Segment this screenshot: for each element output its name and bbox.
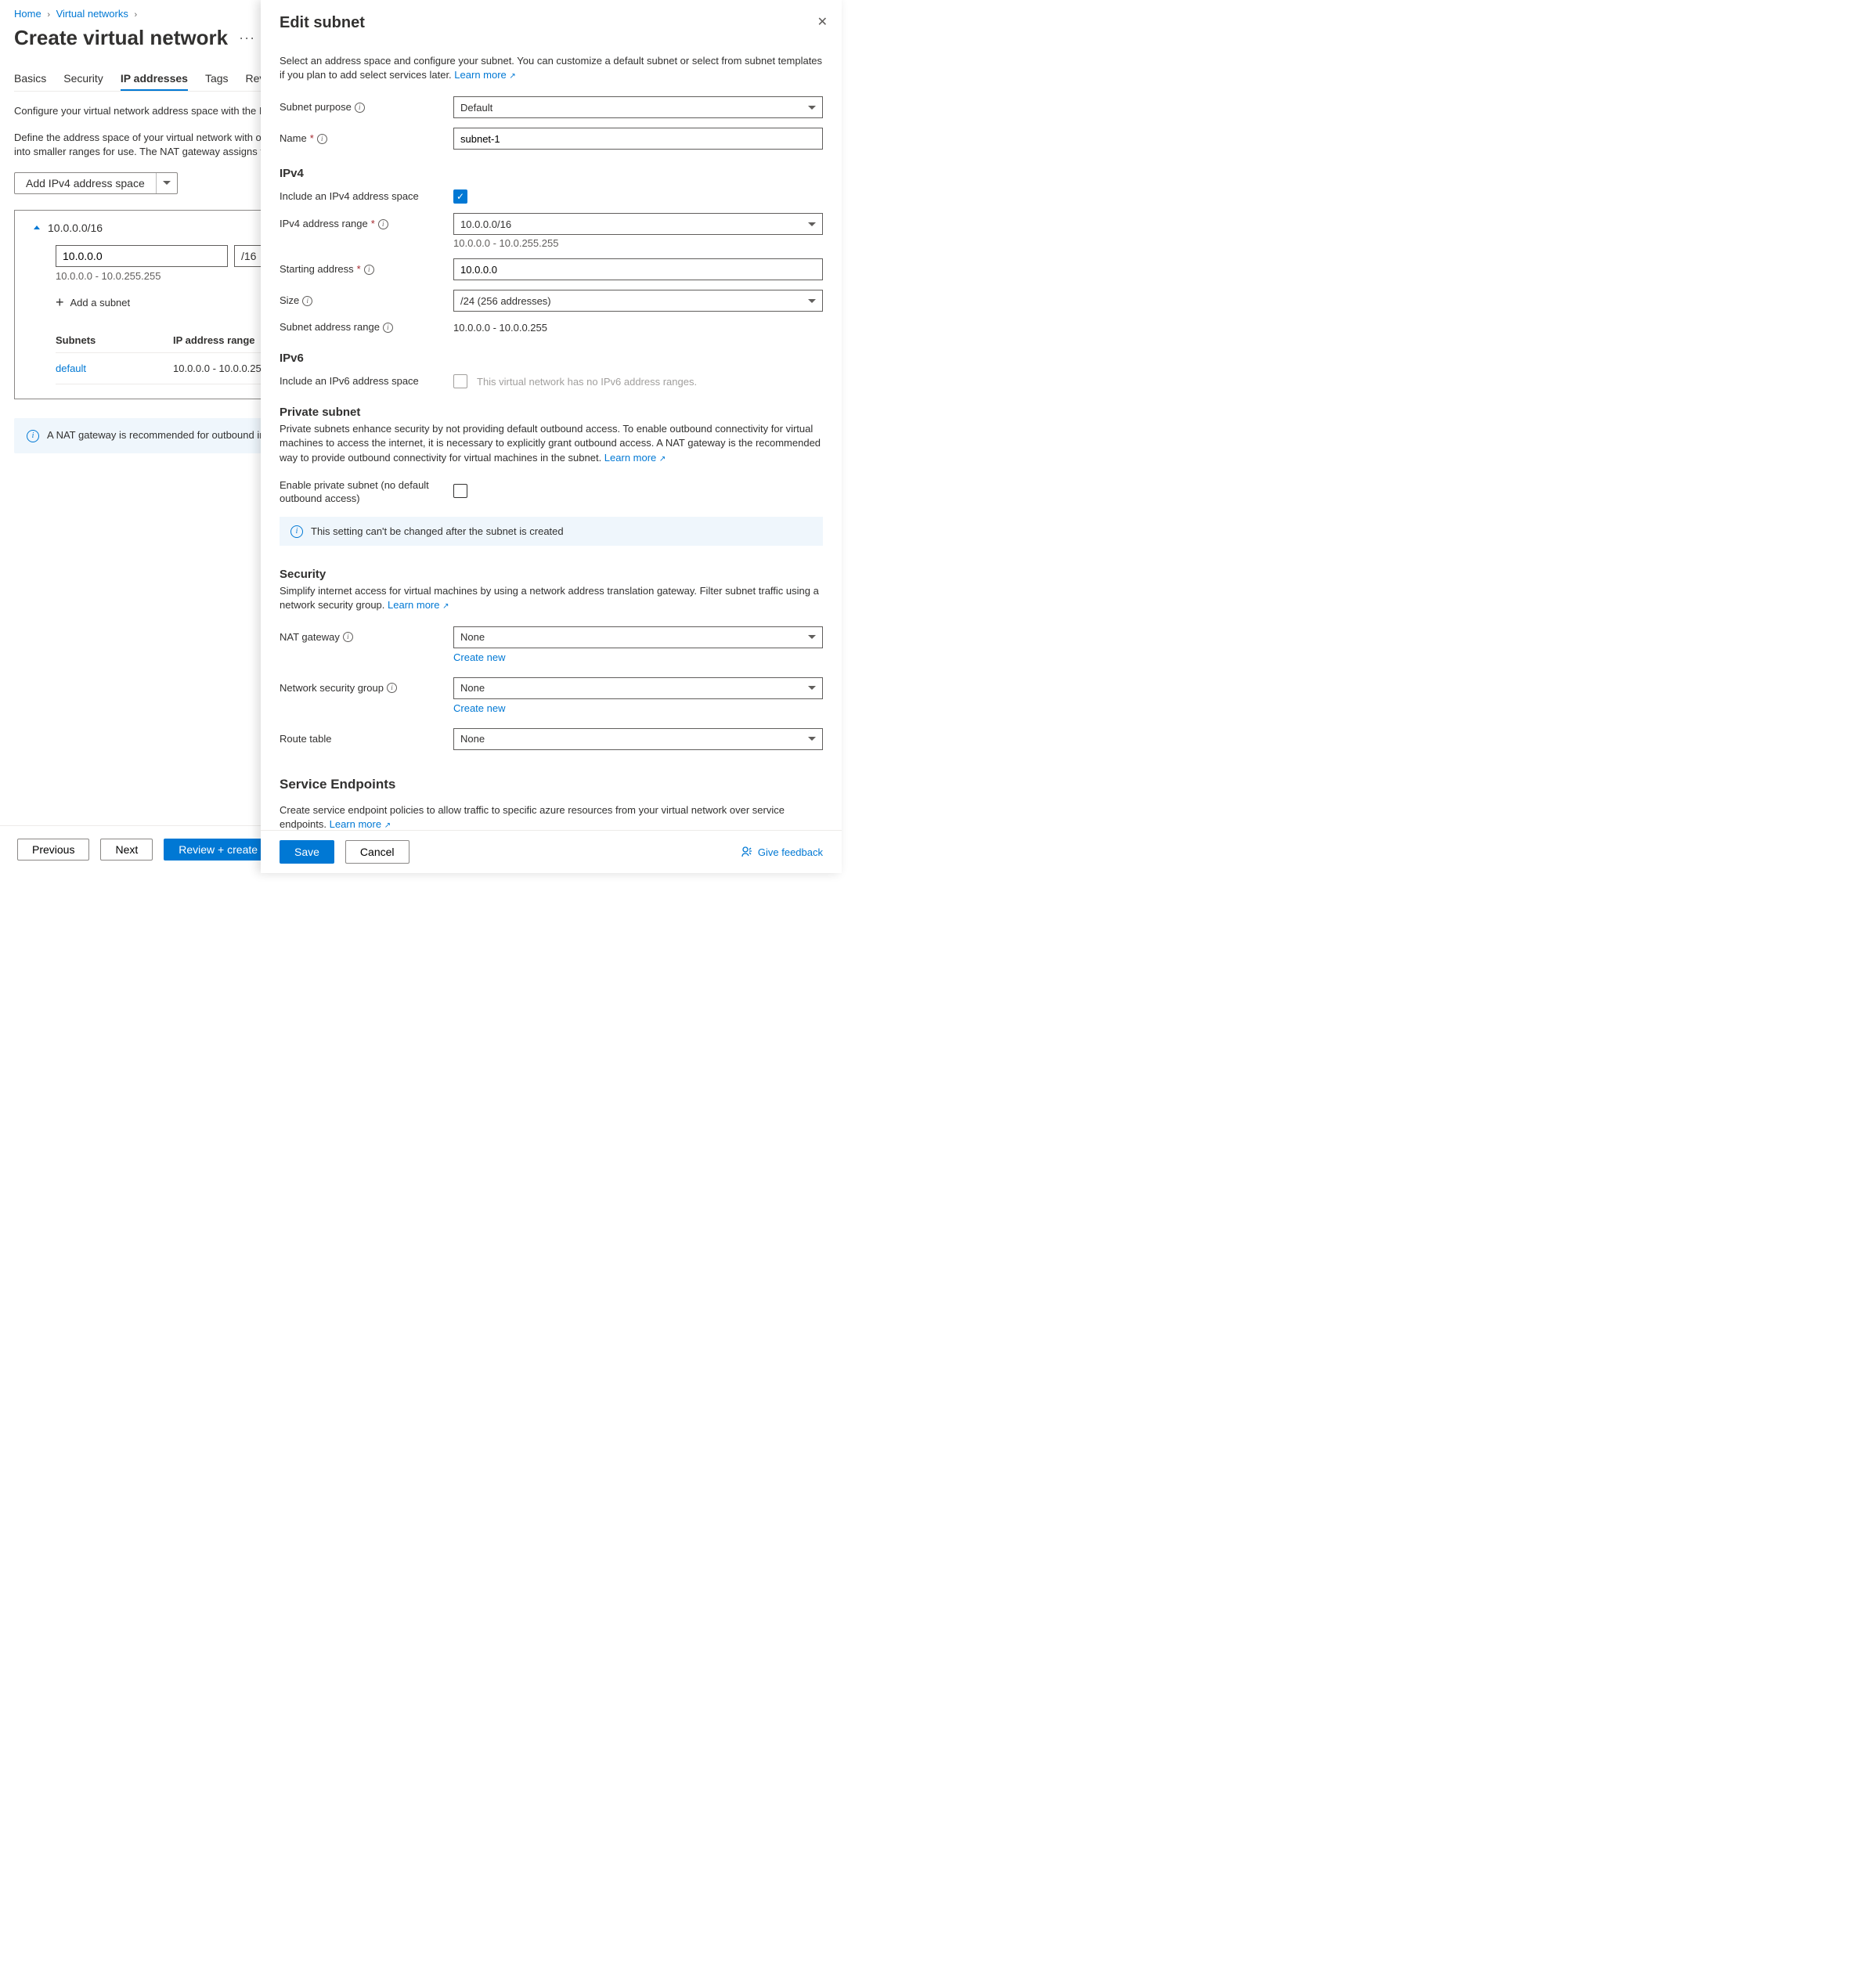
hdr-security: Security: [280, 568, 823, 581]
info-icon[interactable]: i: [387, 683, 397, 693]
close-icon[interactable]: ✕: [817, 14, 828, 30]
nsg-select[interactable]: None: [453, 677, 823, 699]
lbl-nat-gateway: NAT gateway: [280, 631, 340, 644]
info-icon[interactable]: i: [317, 134, 327, 144]
add-ipv4-split[interactable]: [156, 173, 177, 193]
hdr-ipv6: IPv6: [280, 352, 823, 365]
hdr-service-endpoints: Service Endpoints: [280, 777, 823, 792]
hdr-ipv4: IPv4: [280, 167, 823, 180]
info-icon[interactable]: i: [378, 219, 388, 229]
chevron-down-icon: [808, 299, 816, 303]
subnet-default-link[interactable]: default: [56, 363, 86, 374]
subnet-name-input[interactable]: [453, 128, 823, 150]
space-ip-input[interactable]: [56, 245, 228, 267]
lbl-ipv4-range: IPv4 address range: [280, 218, 368, 231]
lbl-route-table: Route table: [280, 733, 332, 746]
chevron-down-icon: [163, 181, 171, 185]
give-feedback-link[interactable]: Give feedback: [741, 846, 823, 858]
subnet-purpose-select[interactable]: Default: [453, 96, 823, 118]
tab-ip-addresses[interactable]: IP addresses: [121, 72, 188, 91]
breadcrumb-home[interactable]: Home: [14, 8, 41, 20]
space-cidr: 10.0.0.0/16: [48, 222, 103, 234]
cancel-button[interactable]: Cancel: [345, 840, 409, 864]
subnet-range-value: 10.0.0.0 - 10.0.0.255: [453, 322, 823, 334]
lbl-purpose: Subnet purpose: [280, 101, 352, 114]
lbl-name: Name: [280, 132, 307, 146]
info-icon[interactable]: i: [343, 632, 353, 642]
hint-ipv4-range: 10.0.0.0 - 10.0.255.255: [453, 237, 823, 249]
chevron-up-icon[interactable]: [34, 226, 40, 229]
lbl-include-ipv4: Include an IPv4 address space: [280, 190, 419, 204]
hint-ipv6: This virtual network has no IPv6 address…: [477, 376, 697, 388]
external-link-icon: ↗: [384, 821, 391, 830]
route-table-select[interactable]: None: [453, 728, 823, 750]
sec-learn-more[interactable]: Learn more ↗: [388, 599, 449, 611]
chevron-down-icon: [808, 222, 816, 226]
breadcrumb-vnets[interactable]: Virtual networks: [56, 8, 128, 20]
include-ipv4-checkbox[interactable]: ✓: [453, 189, 467, 204]
lbl-include-ipv6: Include an IPv6 address space: [280, 375, 419, 388]
panel-title: Edit subnet: [280, 14, 823, 32]
private-info-banner: i This setting can't be changed after th…: [280, 517, 823, 546]
ipv4-range-select[interactable]: 10.0.0.0/16: [453, 213, 823, 235]
lbl-subnet-range: Subnet address range: [280, 321, 380, 334]
page-title: Create virtual network: [14, 26, 228, 50]
lbl-enable-private: Enable private subnet (no default outbou…: [280, 479, 453, 506]
enable-private-checkbox[interactable]: [453, 484, 467, 498]
size-select[interactable]: /24 (256 addresses): [453, 290, 823, 312]
subnet-range: 10.0.0.0 - 10.0.0.25: [173, 363, 262, 374]
external-link-icon: ↗: [509, 72, 515, 81]
plus-icon: +: [56, 294, 64, 311]
more-icon[interactable]: ···: [239, 30, 255, 46]
info-icon: i: [27, 430, 39, 442]
panel-footer: Save Cancel Give feedback: [261, 830, 842, 873]
space-prefix-select[interactable]: /16: [234, 245, 263, 267]
nat-gateway-select[interactable]: None: [453, 626, 823, 648]
tab-basics[interactable]: Basics: [14, 72, 46, 91]
add-ipv4-space-button[interactable]: Add IPv4 address space: [14, 172, 178, 194]
chevron-down-icon: [808, 686, 816, 690]
info-icon: i: [290, 525, 303, 538]
panel-learn-more[interactable]: Learn more ↗: [454, 69, 516, 81]
panel-desc: Select an address space and configure yo…: [280, 54, 823, 82]
chevron-down-icon: [808, 737, 816, 741]
feedback-icon: [741, 846, 753, 858]
col-range: IP address range: [173, 334, 255, 346]
chevron-down-icon: [808, 635, 816, 639]
create-new-nat[interactable]: Create new: [453, 651, 823, 663]
create-new-nsg[interactable]: Create new: [453, 702, 823, 714]
lbl-nsg: Network security group: [280, 682, 384, 695]
tab-security[interactable]: Security: [63, 72, 103, 91]
tab-tags[interactable]: Tags: [205, 72, 229, 91]
previous-button[interactable]: Previous: [17, 839, 89, 861]
lbl-size: Size: [280, 294, 299, 308]
chevron-down-icon: [808, 106, 816, 110]
lbl-starting-address: Starting address: [280, 263, 354, 276]
external-link-icon: ↗: [659, 455, 666, 464]
se-learn-more[interactable]: Learn more ↗: [330, 818, 391, 830]
desc-service-endpoints: Create service endpoint policies to allo…: [280, 803, 823, 832]
info-icon[interactable]: i: [364, 265, 374, 275]
save-button[interactable]: Save: [280, 840, 334, 864]
starting-address-input[interactable]: [453, 258, 823, 280]
edit-subnet-panel: Edit subnet ✕ Select an address space an…: [261, 0, 842, 873]
hdr-private-subnet: Private subnet: [280, 406, 823, 419]
info-icon[interactable]: i: [302, 296, 312, 306]
col-subnets: Subnets: [56, 334, 173, 346]
space-range: 10.0.0.0 - 10.0.255.255: [56, 270, 161, 282]
external-link-icon: ↗: [442, 602, 449, 611]
priv-learn-more[interactable]: Learn more ↗: [604, 452, 666, 464]
desc-security: Simplify internet access for virtual mac…: [280, 584, 823, 612]
review-create-button[interactable]: Review + create: [164, 839, 272, 861]
info-icon[interactable]: i: [383, 323, 393, 333]
next-button[interactable]: Next: [100, 839, 153, 861]
info-icon[interactable]: i: [355, 103, 365, 113]
include-ipv6-checkbox: [453, 374, 467, 388]
desc-private-subnet: Private subnets enhance security by not …: [280, 422, 823, 465]
